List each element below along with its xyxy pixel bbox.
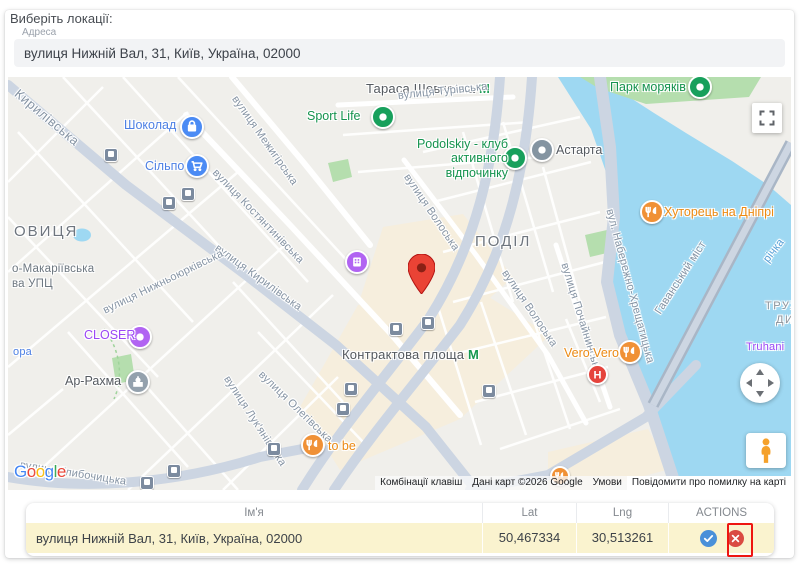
map-attribution: Комбінації клавіш Дані карт ©2026 Google…	[375, 476, 791, 490]
page: { "page": { "title": "Виберіть локації:"…	[0, 0, 800, 566]
poi-icon[interactable]	[618, 340, 642, 364]
poi-icon[interactable]: H	[587, 364, 608, 385]
poi-icon[interactable]	[345, 250, 369, 274]
transit-stop-icon[interactable]	[389, 322, 403, 336]
poi-label[interactable]: to be	[328, 439, 356, 453]
pan-control[interactable]	[740, 363, 780, 403]
map-canvas[interactable]: Тараса Шевченка МКонтрактова площа МПОДІ…	[8, 77, 791, 490]
map-label: ва УПЦ	[12, 278, 53, 291]
transit-stop-icon[interactable]	[162, 196, 176, 210]
metro-icon: М	[464, 347, 479, 362]
confirm-location-button[interactable]	[700, 530, 717, 547]
poi-icon[interactable]	[126, 370, 150, 394]
map-label: Контрактова площа М	[342, 348, 479, 363]
map-label: ДИ	[776, 314, 791, 327]
transit-stop-icon[interactable]	[344, 382, 358, 396]
poi-label[interactable]: Ар-Рахма	[65, 374, 121, 388]
poi-label[interactable]: Сільпо	[145, 159, 184, 173]
table-row: вулиця Нижній Вал, 31, Київ, Україна, 02…	[26, 523, 774, 553]
pan-arrows-icon	[743, 366, 777, 400]
map-label: ОВИЦЯ	[14, 223, 78, 240]
map-data-label: Дані карт ©2026 Google	[467, 476, 587, 490]
poi-icon[interactable]	[180, 115, 204, 139]
svg-text:H: H	[593, 369, 601, 381]
map-label: ТРУХ	[765, 300, 791, 313]
poi-icon[interactable]	[371, 105, 395, 129]
locations-table: Ім'я Lat Lng ACTIONS вулиця Нижній Вал, …	[26, 503, 774, 556]
header-lat: Lat	[482, 503, 576, 523]
google-logo-letter: G	[14, 462, 27, 481]
poi-label[interactable]: Хуторець на Дніпрі	[664, 205, 774, 219]
transit-stop-icon[interactable]	[167, 464, 181, 478]
transit-stop-icon[interactable]	[267, 442, 281, 456]
google-logo-letter: o	[27, 462, 36, 481]
row-actions	[668, 523, 774, 553]
google-logo[interactable]: Google	[14, 462, 66, 482]
address-input[interactable]	[14, 39, 785, 67]
transit-stop-icon[interactable]	[421, 316, 435, 330]
poi-icon[interactable]	[301, 433, 325, 457]
terms-link[interactable]: Умови	[588, 476, 627, 490]
transit-stop-icon[interactable]	[336, 402, 350, 416]
poi-icon[interactable]	[530, 138, 554, 162]
fullscreen-button[interactable]	[752, 103, 782, 133]
address-field-label: Адреса	[22, 27, 56, 38]
row-lng: 30,513261	[576, 523, 668, 553]
google-logo-letter: g	[45, 462, 54, 481]
header-name: Ім'я	[26, 507, 482, 519]
transit-stop-icon[interactable]	[181, 187, 195, 201]
transit-stop-icon[interactable]	[482, 384, 496, 398]
poi-icon[interactable]	[640, 200, 664, 224]
transit-stop-icon[interactable]	[104, 148, 118, 162]
map-label: о-Макаріївська	[12, 263, 94, 276]
map-label: ора	[13, 346, 32, 359]
map-label: ПОДІЛ	[475, 233, 531, 250]
page-title: Виберіть локації:	[10, 11, 113, 26]
poi-label[interactable]: CLOSER	[84, 328, 135, 342]
poi-label[interactable]: Vero Vero	[564, 346, 619, 360]
keyboard-shortcuts-link[interactable]: Комбінації клавіш	[375, 476, 467, 490]
map-marker[interactable]	[408, 254, 435, 294]
poi-label[interactable]: Sport Life	[307, 109, 361, 123]
check-icon	[700, 530, 717, 547]
transit-stop-icon[interactable]	[140, 476, 154, 490]
row-name: вулиця Нижній Вал, 31, Київ, Україна, 02…	[26, 531, 482, 546]
fullscreen-icon	[759, 110, 775, 126]
header-lng: Lng	[576, 503, 668, 523]
poi-label[interactable]: Шоколад	[124, 118, 176, 132]
map-label: Truhani	[746, 341, 784, 354]
poi-icon[interactable]	[185, 154, 209, 178]
report-error-link[interactable]: Повідомити про помилку на карті	[627, 476, 791, 490]
pegman-button[interactable]	[746, 433, 786, 468]
poi-label[interactable]: Podolskiy - клуб активного відпочинку	[396, 137, 508, 180]
delete-highlight-annotation	[727, 523, 753, 557]
header-actions: ACTIONS	[668, 503, 774, 523]
table-header-row: Ім'я Lat Lng ACTIONS	[26, 503, 774, 523]
google-logo-letter: o	[36, 462, 45, 481]
google-logo-letter: e	[57, 462, 66, 481]
poi-label[interactable]: Астарта	[556, 143, 602, 157]
row-lat: 50,467334	[482, 523, 576, 553]
pegman-icon	[757, 438, 775, 464]
poi-label[interactable]: Парк моряків	[610, 80, 686, 94]
